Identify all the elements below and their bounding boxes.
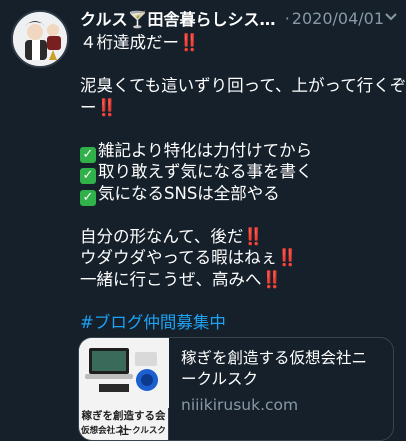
- check-mark-icon: ✓: [80, 189, 96, 206]
- card-text: 稼ぎを創造する仮想会社ニ ークルスク niiikirusuk.com: [169, 338, 379, 440]
- link-preview-card[interactable]: 稼ぎを創造する会社 仮想会社ニークルスク 稼ぎを創造する仮想会社ニ ークルスク …: [78, 337, 394, 441]
- card-title-line: ークルスク: [181, 370, 259, 388]
- tweet-line: 自分の形なんて、後だ‼️: [80, 226, 264, 246]
- double-exclamation-icon: ‼️: [179, 33, 200, 52]
- tweet-line: ✓ 気になるSNSは全部やる: [80, 183, 400, 206]
- card-thumbnail: 稼ぎを創造する会社 仮想会社ニークルスク: [79, 338, 169, 440]
- author-name[interactable]: クルス🍸田舎暮らしシステムエンジニア: [80, 6, 279, 30]
- tweet-line: #ブログ仲間募集中: [80, 312, 400, 334]
- tweet-line: ✓ 雑記より特化は力付けてから: [80, 140, 400, 163]
- tweet-line: 一緒に行こうぜ、高みへ‼️: [80, 269, 283, 289]
- check-mark-icon: ✓: [80, 168, 96, 184]
- thumb-caption-sub: 仮想会社ニークルスク: [81, 426, 166, 436]
- chevron-down-icon[interactable]: [384, 9, 398, 28]
- tweet-line: 泥臭くても這いずり回って、上がって行くぞ: [80, 76, 406, 95]
- tweet-body: ４桁達成だー‼️ 泥臭くても這いずり回って、上がって行くぞ ー‼️ ✓ 雑記より特…: [80, 32, 406, 334]
- tweet-date[interactable]: 2020/04/01: [292, 9, 384, 28]
- double-exclamation-icon: ‼️: [96, 97, 118, 117]
- double-exclamation-icon: ‼️: [261, 269, 283, 289]
- author-avatar[interactable]: [11, 10, 69, 68]
- tweet-line: ✓ 取り敢えず気になる事を書く: [80, 161, 400, 184]
- double-exclamation-icon: ‼️: [243, 226, 264, 246]
- card-domain: niiikirusuk.com: [181, 396, 299, 414]
- tweet-line: ー‼️: [80, 97, 118, 117]
- double-exclamation-icon: ‼️: [277, 248, 298, 267]
- hashtag-link[interactable]: #ブログ仲間募集中: [80, 313, 226, 332]
- tweet-line: ウダウダやってる暇はねぇ‼️: [80, 248, 298, 267]
- card-title-line: 稼ぎを創造する仮想会社ニ: [181, 349, 368, 367]
- laptop-illustration: [79, 338, 169, 408]
- tweet-header: クルス🍸田舎暮らしシステムエンジニア · 2020/04/01: [80, 6, 398, 30]
- header-separator: ·: [284, 8, 290, 28]
- tweet-line: ４桁達成だー‼️: [80, 33, 200, 52]
